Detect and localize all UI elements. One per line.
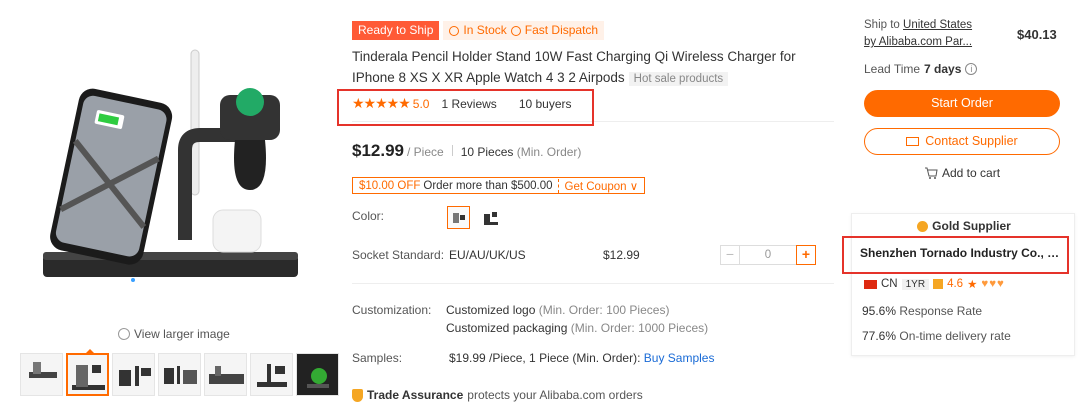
- view-larger-image-link[interactable]: View larger image: [118, 327, 230, 341]
- gold-supplier-badge: Gold Supplier: [852, 219, 1076, 233]
- star-icon: ★: [967, 279, 978, 291]
- coupon-banner: $10.00 OFF Order more than $500.00 Get C…: [352, 177, 646, 194]
- price-unit: / Piece: [407, 145, 444, 159]
- ship-to-label: Ship to: [864, 19, 900, 31]
- ship-country-link[interactable]: United States: [903, 19, 972, 31]
- increment-button[interactable]: +: [796, 245, 816, 265]
- cust-pack-note: (Min. Order: 1000 Pieces): [570, 321, 709, 335]
- customization-label: Customization:: [352, 303, 432, 317]
- ontime-rate-value: 77.6%: [862, 329, 897, 343]
- min-order: 10 Pieces (Min. Order): [461, 145, 582, 159]
- thumbnail-strip: [20, 353, 339, 396]
- unit-price: $12.99: [352, 141, 404, 160]
- quantity-input[interactable]: 0: [740, 245, 796, 265]
- color-option-1[interactable]: [447, 206, 470, 229]
- price-row: $12.99 / Piece 10 Pieces (Min. Order): [352, 141, 581, 161]
- get-coupon-button[interactable]: Get Coupon ∨: [557, 178, 645, 193]
- start-order-button[interactable]: Start Order: [864, 90, 1060, 117]
- in-stock-label: In Stock: [463, 23, 507, 37]
- lead-label: Lead Time: [864, 62, 921, 76]
- trade-assurance: Trade Assurance protects your Alibaba.co…: [352, 388, 643, 402]
- check-circle-icon: [510, 25, 521, 36]
- ready-to-ship-badge: Ready to Ship: [352, 21, 440, 40]
- lead-days: 7 days: [924, 62, 962, 76]
- contact-supplier-label: Contact Supplier: [925, 134, 1018, 148]
- samples-value: $19.99 /Piece, 1 Piece (Min. Order): Buy…: [449, 351, 714, 365]
- shipping-price: $40.13: [1017, 27, 1057, 42]
- ship-by-link[interactable]: by Alibaba.com Par...: [864, 36, 972, 48]
- moq-value: 10 Pieces: [460, 145, 514, 159]
- socket-value: EU/AU/UK/US: [449, 248, 526, 262]
- ontime-rate-label: On-time delivery rate: [899, 329, 1011, 343]
- product-title-text: Tinderala Pencil Holder Stand 10W Fast C…: [352, 49, 796, 85]
- cust-pack-label: Customized packaging: [446, 321, 568, 335]
- quantity-stepper: − 0 +: [720, 245, 816, 265]
- buy-samples-link[interactable]: Buy Samples: [644, 351, 715, 365]
- coupon-off: $10.00 OFF: [359, 179, 421, 192]
- badges: Ready to Ship In Stock Fast Dispatch: [352, 21, 605, 40]
- thumbnail-5[interactable]: [204, 353, 247, 396]
- info-icon[interactable]: i: [965, 63, 978, 75]
- response-rate-value: 95.6%: [862, 304, 897, 318]
- coupon-desc: Order more than $500.00: [423, 179, 553, 192]
- color-label: Color:: [352, 209, 385, 223]
- divider: [451, 145, 453, 156]
- samples-text: $19.99 /Piece, 1 Piece (Min. Order):: [449, 351, 641, 365]
- socket-label: Socket Standard:: [352, 248, 445, 262]
- add-to-cart-label: Add to cart: [942, 166, 1001, 180]
- product-main-image[interactable]: [35, 40, 305, 305]
- lead-time: Lead Time 7 days i: [864, 62, 978, 76]
- rating-highlight-box: [337, 89, 594, 126]
- stock-badge: In Stock Fast Dispatch: [443, 21, 605, 40]
- trade-title: Trade Assurance: [367, 388, 464, 402]
- ontime-rate: 77.6% On-time delivery rate: [862, 329, 1011, 343]
- product-title: Tinderala Pencil Holder Stand 10W Fast C…: [352, 46, 837, 90]
- envelope-icon: [906, 137, 920, 146]
- cust-logo-label: Customized logo: [446, 303, 536, 317]
- divider: [352, 283, 834, 284]
- samples-label: Samples:: [352, 351, 403, 365]
- cust-logo-note: (Min. Order: 100 Pieces): [538, 303, 670, 317]
- image-gallery: View larger image: [0, 0, 339, 412]
- china-flag-icon: [864, 279, 877, 289]
- moq-note: (Min. Order): [516, 145, 582, 159]
- years-badge: 1YR: [901, 278, 930, 290]
- supplier-meta: CN 1YR 4.6 ★ ♥♥♥: [864, 277, 1005, 291]
- thumbnail-4[interactable]: [158, 353, 201, 396]
- hearts-icon: ♥♥♥: [981, 278, 1005, 290]
- hot-sale-tag[interactable]: Hot sale products: [628, 72, 729, 86]
- thumbnail-1[interactable]: [20, 353, 63, 396]
- gold-coin-icon: [917, 220, 929, 232]
- socket-price: $12.99: [603, 248, 640, 262]
- customization-logo: Customized logo (Min. Order: 100 Pieces): [446, 303, 669, 317]
- response-rate-label: Response Rate: [899, 304, 983, 318]
- add-to-cart-link[interactable]: Add to cart: [924, 166, 1000, 180]
- thumbnail-7[interactable]: [296, 353, 339, 396]
- trade-desc: protects your Alibaba.com orders: [467, 388, 643, 402]
- contact-supplier-button[interactable]: Contact Supplier: [864, 128, 1060, 155]
- view-larger-label: View larger image: [134, 327, 230, 341]
- supplier-country: CN: [881, 278, 898, 290]
- gold-supplier-label: Gold Supplier: [932, 219, 1011, 233]
- color-option-2[interactable]: [479, 206, 502, 229]
- shield-icon: [352, 388, 363, 402]
- supplier-name-link[interactable]: Shenzhen Tornado Industry Co., L...: [860, 246, 1060, 260]
- supplier-rating: 4.6: [947, 278, 964, 290]
- thumbnail-3[interactable]: [112, 353, 155, 396]
- check-circle-icon: [449, 25, 460, 36]
- customization-packaging: Customized packaging (Min. Order: 1000 P…: [446, 321, 708, 335]
- cart-icon: [925, 167, 938, 179]
- response-rate: 95.6% Response Rate: [862, 304, 982, 318]
- thumbnail-6[interactable]: [250, 353, 293, 396]
- ship-info: Ship to United States by Alibaba.com Par…: [864, 17, 972, 51]
- crown-icon: [933, 279, 944, 289]
- zoom-icon: [118, 328, 130, 340]
- thumbnail-2[interactable]: [66, 353, 109, 396]
- fast-dispatch-label: Fast Dispatch: [524, 23, 599, 37]
- decrement-button[interactable]: −: [720, 245, 740, 265]
